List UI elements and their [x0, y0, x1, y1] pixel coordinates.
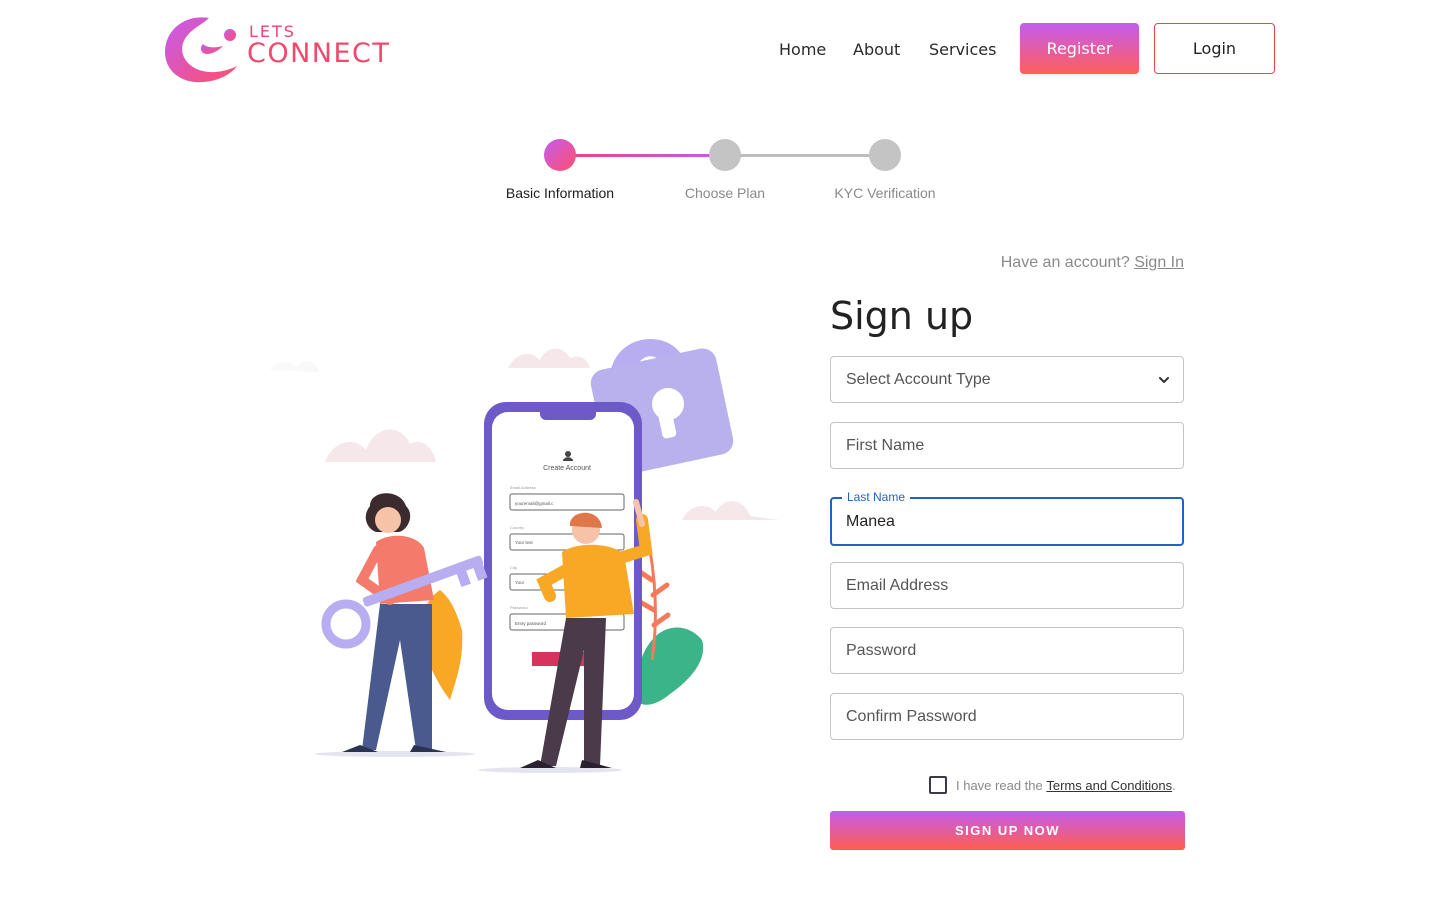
first-name-field[interactable]: First Name [830, 422, 1184, 469]
terms-agreement: I have read the Terms and Conditions. [929, 775, 1176, 795]
phone-field-value-2: Your text [515, 540, 533, 545]
chevron-down-icon [1159, 377, 1169, 383]
last-name-field[interactable]: Last Name Manea [830, 490, 1184, 546]
step-label-choose-plan: Choose Plan [684, 185, 766, 201]
last-name-value: Manea [846, 513, 895, 530]
logo-mark-icon [165, 17, 238, 83]
header: Lets Connect Home About Services Registe… [0, 0, 1440, 100]
account-type-select[interactable]: Select Account Type [830, 356, 1184, 403]
nav-link-about[interactable]: About [853, 40, 900, 59]
have-account-prompt: Have an account? Sign In [1001, 254, 1184, 272]
confirm-password-field[interactable]: Confirm Password [830, 693, 1184, 740]
step-dot-basic-information [544, 139, 576, 171]
terms-link[interactable]: Terms and Conditions [1046, 778, 1172, 793]
last-name-label: Last Name [842, 490, 911, 504]
stepper-line-pending [726, 154, 886, 157]
step-dot-kyc-verification [869, 139, 901, 171]
phone-field-label-3: City [510, 565, 517, 570]
signup-illustration: Create Account Email Address youremail@g… [270, 338, 780, 773]
sign-in-link[interactable]: Sign In [1134, 254, 1184, 271]
email-placeholder: Email Address [846, 577, 949, 594]
have-account-text: Have an account? [1000, 254, 1130, 271]
terms-prefix: I have read the [956, 777, 1043, 793]
account-type-placeholder: Select Account Type [846, 371, 991, 388]
phone-field-value-1: youremail@gmail.c [515, 501, 554, 506]
phone-field-label-1: Email Address [510, 485, 536, 490]
logo[interactable]: Lets Connect [163, 14, 389, 86]
phone-field-label-2: Country [510, 525, 524, 530]
step-dot-choose-plan [709, 139, 741, 171]
phone-field-value-4: Entry password [515, 621, 547, 626]
logo-text-bottom: Connect [247, 38, 391, 69]
register-button[interactable]: Register [1020, 23, 1139, 74]
password-placeholder: Password [846, 642, 917, 659]
confirm-password-placeholder: Confirm Password [846, 708, 977, 725]
login-button[interactable]: Login [1154, 23, 1275, 74]
sign-up-button[interactable]: SIGN UP NOW [830, 811, 1185, 850]
progress-stepper: Basic Information Choose Plan KYC Verifi… [490, 135, 950, 215]
terms-suffix: . [1172, 777, 1176, 793]
phone-field-value-3: Your [515, 580, 525, 585]
phone-title: Create Account [543, 465, 591, 472]
phone-field-label-4: Password [510, 605, 528, 610]
password-field[interactable]: Password [830, 627, 1184, 674]
nav-link-services[interactable]: Services [929, 40, 996, 59]
step-label-basic-information: Basic Information [505, 185, 615, 201]
terms-checkbox[interactable] [929, 776, 947, 794]
page-title: Sign up [830, 294, 974, 338]
step-label-kyc-verification: KYC Verification [834, 185, 936, 201]
email-field[interactable]: Email Address [830, 562, 1184, 609]
first-name-placeholder: First Name [846, 437, 925, 454]
nav-link-home[interactable]: Home [779, 40, 826, 59]
stepper-line-completed [560, 154, 726, 157]
